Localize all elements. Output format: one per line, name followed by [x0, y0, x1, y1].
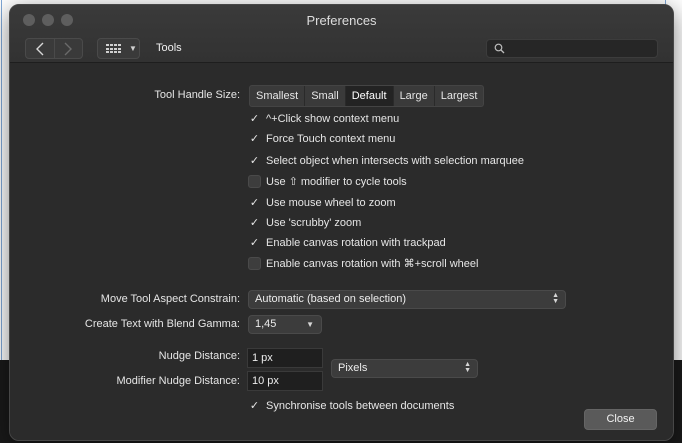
option-label: Enable canvas rotation with ⌘+scroll whe…	[266, 257, 479, 270]
tool-handle-size-label: Tool Handle Size:	[154, 89, 240, 101]
show-all-button[interactable]: ▼	[97, 38, 140, 59]
option-label: Synchronise tools between documents	[266, 400, 455, 412]
checkbox-checked[interactable]: ✓	[248, 155, 261, 168]
search-icon	[494, 43, 505, 54]
window-title: Preferences	[306, 13, 377, 28]
option-sync-tools[interactable]: ✓ Synchronise tools between documents	[248, 399, 454, 413]
option-force-touch-context-menu[interactable]: ✓ Force Touch context menu	[248, 132, 396, 146]
blend-gamma-select[interactable]: 1,45 ▼	[248, 315, 322, 334]
option-label: ^+Click show context menu	[266, 113, 400, 125]
window-titlebar: Preferences ▼ Tools	[10, 5, 673, 63]
option-trackpad-rotation[interactable]: ✓ Enable canvas rotation with trackpad	[248, 236, 446, 250]
option-label: Select object when intersects with selec…	[266, 155, 525, 167]
move-tool-constrain-select[interactable]: Automatic (based on selection) ▲ ▼	[248, 290, 566, 309]
option-mouse-wheel-zoom[interactable]: ✓ Use mouse wheel to zoom	[248, 196, 396, 210]
select-value: Automatic (based on selection)	[255, 293, 407, 305]
option-label: Use ⇧ modifier to cycle tools	[266, 175, 407, 188]
checkbox-checked[interactable]: ✓	[248, 113, 261, 126]
modifier-nudge-distance-field[interactable]	[247, 371, 323, 391]
navigation-buttons	[25, 38, 83, 59]
chevron-left-icon	[35, 42, 44, 55]
segment-largest[interactable]: Largest	[435, 86, 484, 106]
select-value: 1,45	[255, 318, 277, 330]
close-button[interactable]: Close	[584, 409, 657, 430]
option-label: Use 'scrubby' zoom	[266, 217, 362, 229]
segment-small[interactable]: Small	[305, 86, 346, 106]
chevron-down-icon: ▼	[306, 320, 314, 329]
up-down-arrows-icon: ▲ ▼	[464, 361, 471, 374]
checkbox-checked[interactable]: ✓	[248, 400, 261, 413]
back-button[interactable]	[26, 39, 54, 58]
checkbox-checked[interactable]: ✓	[248, 197, 261, 210]
option-label: Enable canvas rotation with trackpad	[266, 237, 446, 249]
checkbox-checked[interactable]: ✓	[248, 133, 261, 146]
checkbox-unchecked[interactable]	[248, 256, 261, 270]
nudge-distance-label: Nudge Distance:	[158, 350, 240, 362]
segment-large[interactable]: Large	[394, 86, 435, 106]
section-title: Tools	[156, 42, 182, 54]
segment-smallest[interactable]: Smallest	[250, 86, 306, 106]
blend-gamma-label: Create Text with Blend Gamma:	[84, 318, 240, 330]
up-down-arrows-icon: ▲ ▼	[552, 292, 559, 305]
checkbox-checked[interactable]: ✓	[248, 217, 261, 230]
modifier-nudge-distance-label: Modifier Nudge Distance:	[116, 375, 240, 387]
tool-handle-size-control: Smallest Small Default Large Largest	[249, 85, 485, 107]
checkbox-checked[interactable]: ✓	[248, 237, 261, 250]
option-select-intersecting-objects[interactable]: ✓ Select object when intersects with sel…	[248, 154, 524, 168]
preferences-window: Preferences ▼ Tools Tool Handle Size: Sm…	[9, 4, 674, 441]
move-tool-constrain-label: Move Tool Aspect Constrain:	[100, 293, 240, 305]
nudge-distance-field[interactable]	[247, 348, 323, 368]
option-label: Force Touch context menu	[266, 133, 396, 145]
option-shift-cycle-tools[interactable]: Use ⇧ modifier to cycle tools	[248, 174, 407, 188]
checkbox-unchecked[interactable]	[248, 174, 261, 188]
segment-default[interactable]: Default	[345, 86, 394, 106]
dropdown-caret-icon: ▼	[129, 44, 137, 53]
option-ctrl-click-context-menu[interactable]: ✓ ^+Click show context menu	[248, 112, 399, 126]
nudge-units-select[interactable]: Pixels ▲ ▼	[331, 359, 478, 378]
grid-icon	[106, 44, 122, 54]
search-field[interactable]	[486, 39, 658, 58]
option-label: Use mouse wheel to zoom	[266, 197, 396, 209]
select-value: Pixels	[338, 362, 368, 374]
background-guide-line	[1, 0, 2, 360]
chevron-right-icon	[64, 42, 73, 55]
forward-button[interactable]	[53, 39, 83, 58]
option-scroll-wheel-rotation[interactable]: Enable canvas rotation with ⌘+scroll whe…	[248, 256, 478, 270]
option-scrubby-zoom[interactable]: ✓ Use 'scrubby' zoom	[248, 216, 361, 230]
